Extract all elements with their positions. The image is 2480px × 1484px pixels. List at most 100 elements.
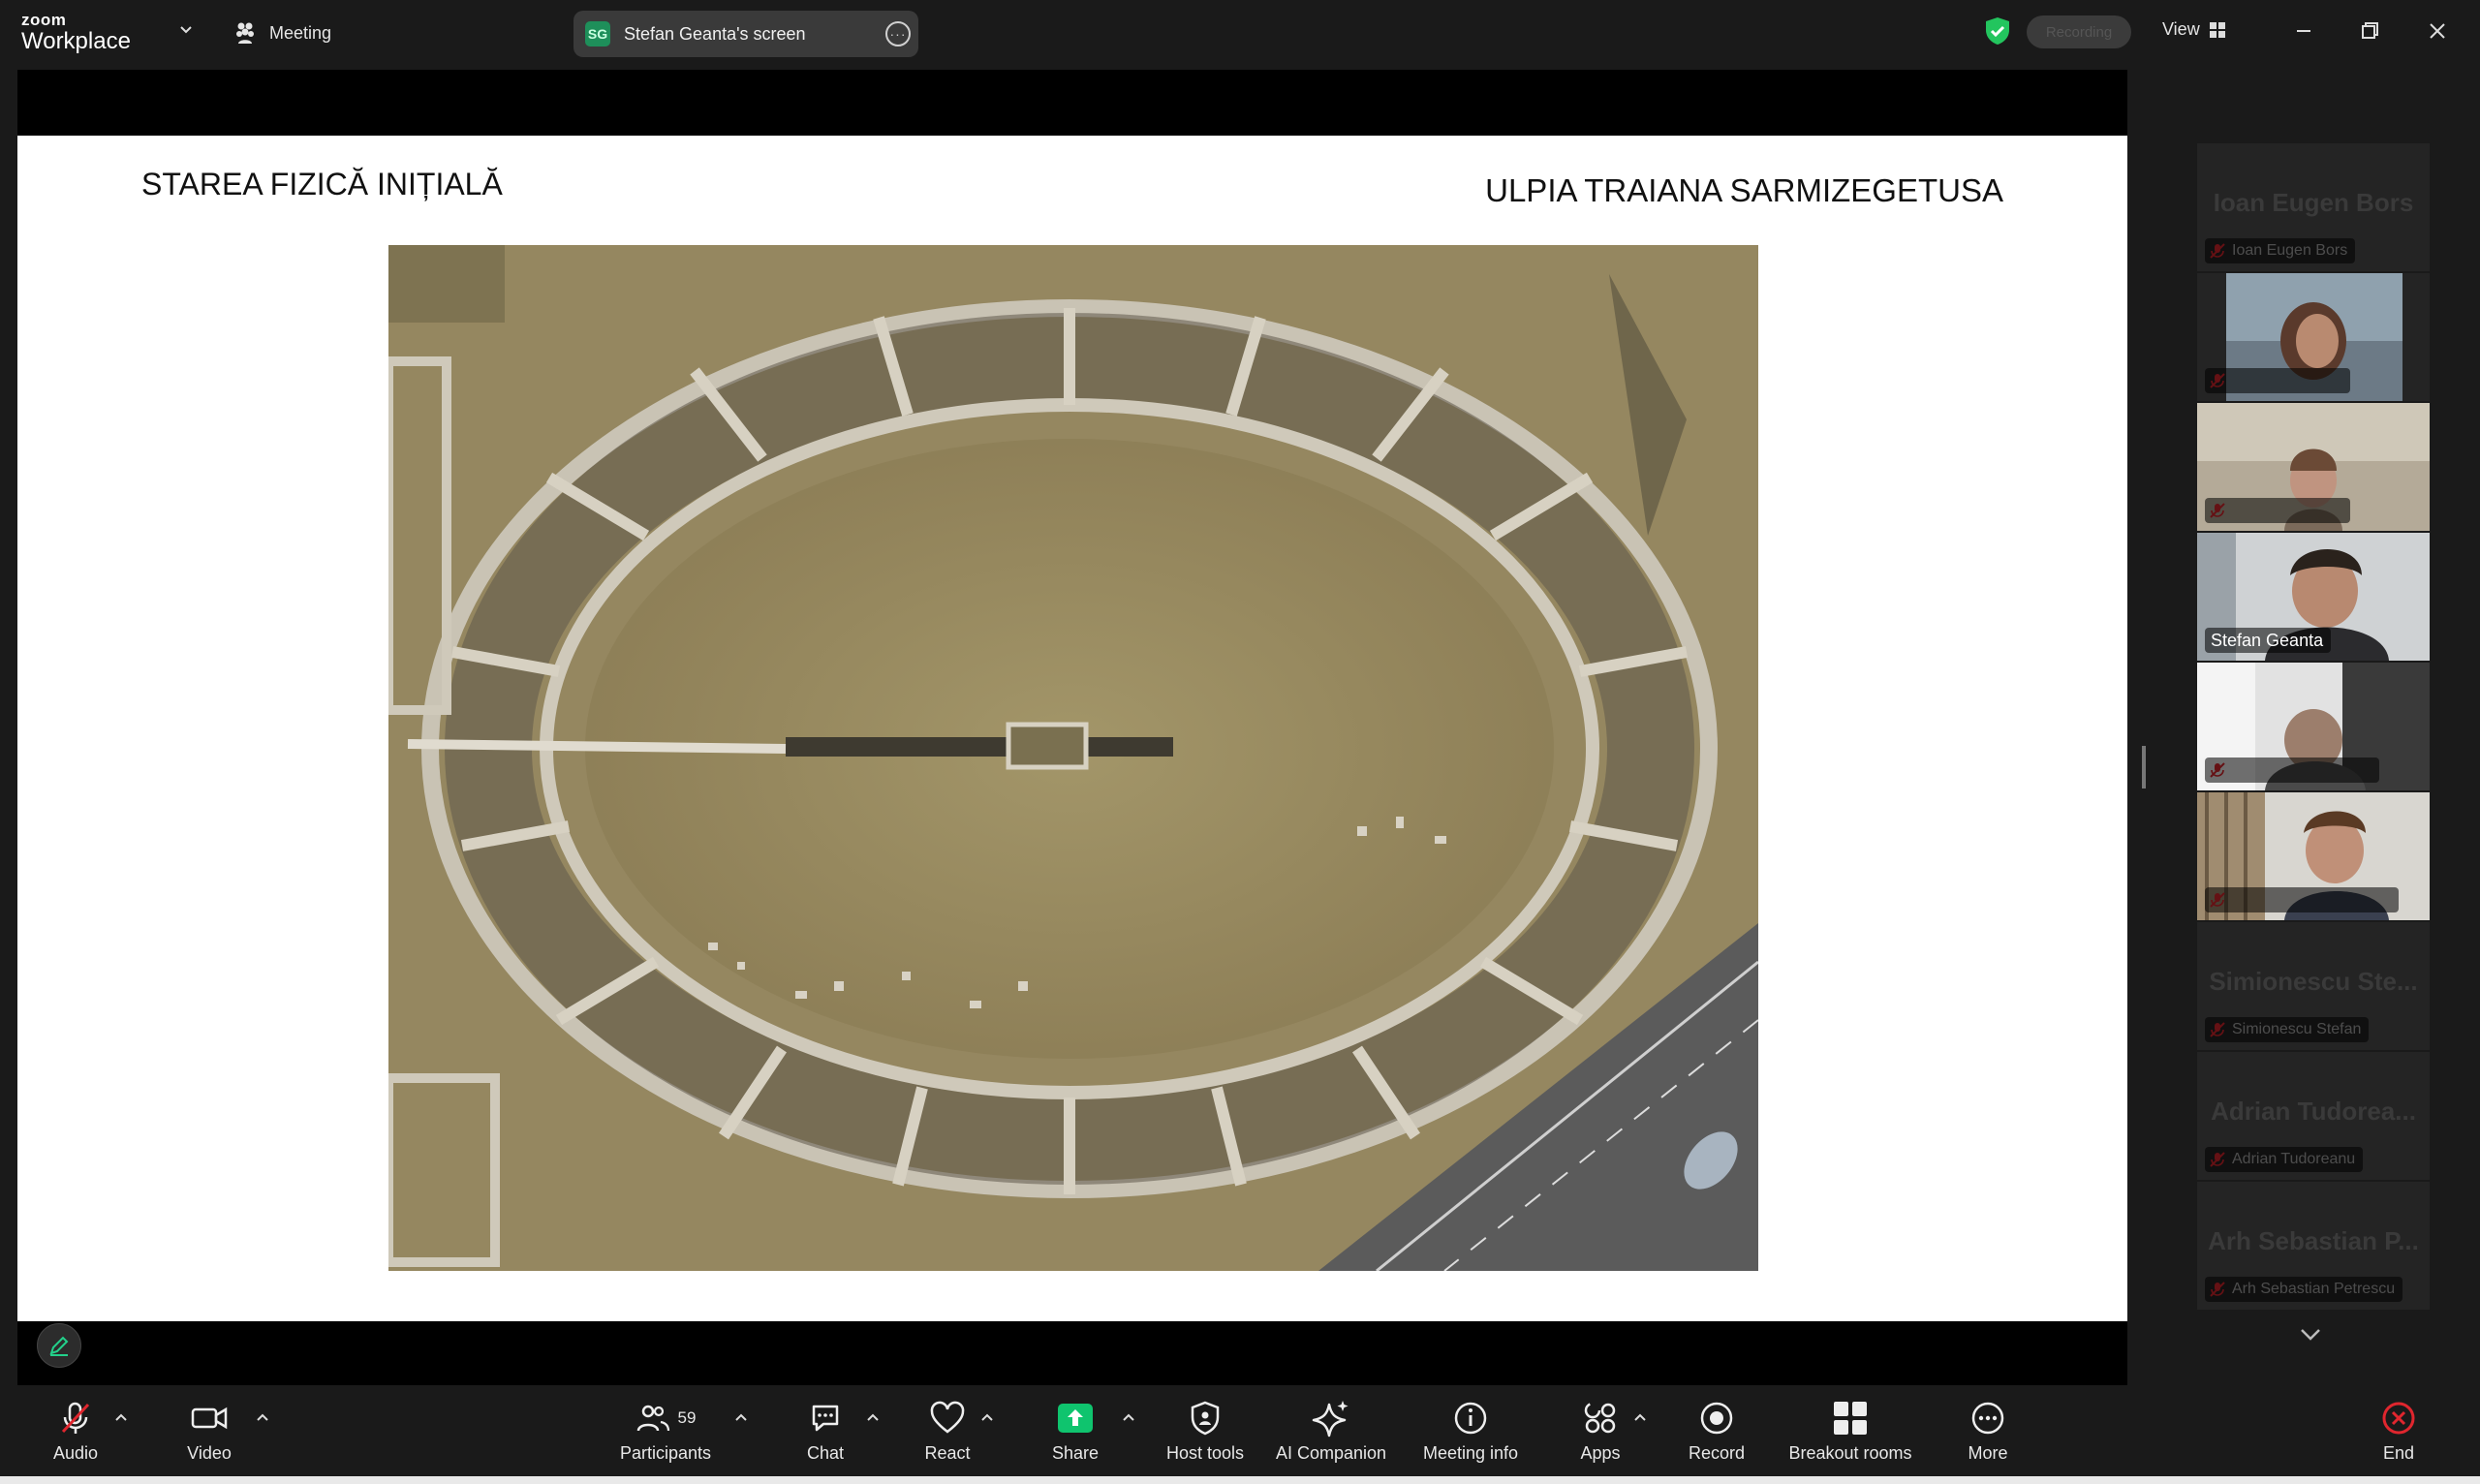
participant-tile-active-speaker[interactable]: Stefan Geanta: [2197, 533, 2430, 661]
host-tools-button[interactable]: Host tools: [1147, 1399, 1263, 1464]
minimize-icon[interactable]: [2288, 15, 2319, 46]
zoom-workplace-logo[interactable]: zoom Workplace: [21, 12, 131, 54]
meeting-button[interactable]: Meeting: [232, 17, 331, 48]
window-bottom-edge: [0, 1476, 2480, 1484]
meeting-toolbar: Audio Video 59 Participants Chat React S…: [0, 1385, 2480, 1484]
annotate-pencil-icon[interactable]: [37, 1323, 81, 1368]
participant-display-name: Ioan Eugen Bors: [2213, 188, 2414, 217]
participant-tile[interactable]: Arh Sebastian P... Arh Sebastian Petresc…: [2197, 1182, 2430, 1310]
ai-companion-label: AI Companion: [1275, 1443, 1387, 1463]
audio-options-caret-icon[interactable]: [114, 1412, 128, 1422]
recording-label: Recording: [2045, 23, 2113, 41]
apps-button[interactable]: Apps: [1542, 1399, 1658, 1464]
amphitheater-aerial-photo: [388, 245, 1758, 1271]
participant-tile[interactable]: Simionescu Ste... Simionescu Stefan: [2197, 922, 2430, 1050]
participant-name-tag: Simionescu Stefan: [2205, 1017, 2370, 1042]
apps-label: Apps: [1580, 1443, 1621, 1463]
participants-count: 59: [677, 1408, 697, 1427]
ai-companion-button[interactable]: AI Companion: [1273, 1399, 1389, 1464]
presentation-slide: STAREA FIZICĂ INIȚIALĂ ULPIA TRAIANA SAR…: [17, 136, 2127, 1321]
end-label: End: [2382, 1443, 2415, 1463]
video-button[interactable]: Video: [151, 1399, 267, 1464]
participant-name-tag: [2205, 368, 2350, 393]
shield-icon: [1191, 1401, 1220, 1436]
record-label: Record: [1688, 1443, 1746, 1463]
top-bar: zoom Workplace Meeting SG Stefan Geanta'…: [0, 0, 2480, 64]
participants-label: Participants: [619, 1443, 712, 1463]
breakout-rooms-icon: [1834, 1402, 1867, 1435]
participant-tile[interactable]: [2197, 663, 2430, 790]
participant-tile[interactable]: [2197, 792, 2430, 920]
apps-options-caret-icon[interactable]: [1633, 1412, 1647, 1422]
react-label: React: [924, 1443, 971, 1463]
meeting-info-label: Meeting info: [1422, 1443, 1519, 1463]
participant-tile[interactable]: [2197, 403, 2430, 531]
participant-name-tag: Arh Sebastian Petrescu: [2205, 1277, 2403, 1302]
breakout-rooms-button[interactable]: Breakout rooms: [1782, 1399, 1918, 1464]
end-meeting-button[interactable]: End: [2340, 1399, 2457, 1464]
panel-resize-handle[interactable]: [2142, 746, 2146, 788]
more-dots-icon: [1971, 1402, 2004, 1435]
record-button[interactable]: Record: [1658, 1399, 1775, 1464]
video-options-caret-icon[interactable]: [256, 1412, 269, 1422]
share-screen-icon: [1058, 1404, 1093, 1433]
recording-indicator: Recording: [2027, 15, 2131, 48]
gallery-scroll-down-icon[interactable]: [2296, 1325, 2325, 1345]
record-icon: [1700, 1402, 1733, 1435]
logo-line-1: zoom: [21, 11, 67, 29]
participants-button[interactable]: 59 Participants: [606, 1399, 725, 1464]
participant-tile[interactable]: Adrian Tudorea... Adrian Tudoreanu: [2197, 1052, 2430, 1180]
react-options-caret-icon[interactable]: [980, 1412, 994, 1422]
chat-button[interactable]: Chat: [767, 1399, 884, 1464]
video-camera-icon: [191, 1407, 228, 1430]
more-button[interactable]: More: [1930, 1399, 2046, 1464]
end-x-icon: [2382, 1402, 2415, 1435]
chat-label: Chat: [806, 1443, 845, 1463]
share-label: Share: [1051, 1443, 1100, 1463]
audio-label: Audio: [52, 1443, 99, 1463]
chat-bubble-icon: [812, 1405, 839, 1432]
more-label: More: [1968, 1443, 2008, 1463]
heart-icon: [930, 1401, 965, 1434]
grid-view-icon: [2209, 21, 2225, 38]
zoom-window: zoom Workplace Meeting SG Stefan Geanta'…: [0, 0, 2480, 1484]
restore-icon[interactable]: [2354, 15, 2385, 46]
sharing-screen-pill[interactable]: SG Stefan Geanta's screen ···: [574, 11, 918, 57]
share-button[interactable]: Share: [1017, 1399, 1133, 1464]
muted-mic-icon: [61, 1402, 90, 1434]
breakout-rooms-label: Breakout rooms: [1788, 1443, 1912, 1463]
participants-icon: [636, 1405, 669, 1432]
participant-tile[interactable]: [2197, 273, 2430, 401]
audio-button[interactable]: Audio: [17, 1399, 134, 1464]
chat-options-caret-icon[interactable]: [866, 1412, 880, 1422]
participant-name-tag: Stefan Geanta: [2205, 628, 2332, 653]
participant-name-tag: [2205, 498, 2350, 523]
more-options-icon[interactable]: ···: [885, 21, 911, 46]
sharing-label: Stefan Geanta's screen: [624, 23, 806, 44]
share-options-caret-icon[interactable]: [1122, 1412, 1135, 1422]
view-button[interactable]: View: [2162, 19, 2225, 40]
participants-options-caret-icon[interactable]: [734, 1412, 748, 1422]
logo-line-2: Workplace: [21, 28, 131, 54]
video-label: Video: [187, 1443, 232, 1463]
presenter-avatar: SG: [585, 21, 610, 46]
participant-name-tag: [2205, 757, 2379, 783]
close-icon[interactable]: [2422, 15, 2453, 46]
participant-display-name: Adrian Tudorea...: [2211, 1097, 2416, 1126]
participant-name-tag: [2205, 887, 2399, 912]
encryption-shield-icon[interactable]: [1984, 16, 2011, 46]
participant-name-tag: Adrian Tudoreanu: [2205, 1147, 2364, 1172]
participant-gallery: Ioan Eugen Bors Ioan Eugen Bors Stefan G…: [2197, 143, 2430, 1315]
apps-icon: [1584, 1402, 1616, 1434]
slide-title-left: STAREA FIZICĂ INIȚIALĂ: [141, 167, 503, 201]
info-icon: [1454, 1402, 1487, 1435]
shared-screen: STAREA FIZICĂ INIȚIALĂ ULPIA TRAIANA SAR…: [17, 70, 2127, 1385]
ai-sparkle-icon: [1312, 1401, 1348, 1438]
participant-display-name: Simionescu Ste...: [2209, 967, 2418, 996]
participant-display-name: Arh Sebastian P...: [2208, 1226, 2419, 1255]
chevron-down-icon[interactable]: [178, 21, 194, 37]
meeting-icon: [236, 22, 254, 44]
react-button[interactable]: React: [889, 1399, 1006, 1464]
participant-tile[interactable]: Ioan Eugen Bors Ioan Eugen Bors: [2197, 143, 2430, 271]
meeting-info-button[interactable]: Meeting info: [1412, 1399, 1529, 1464]
